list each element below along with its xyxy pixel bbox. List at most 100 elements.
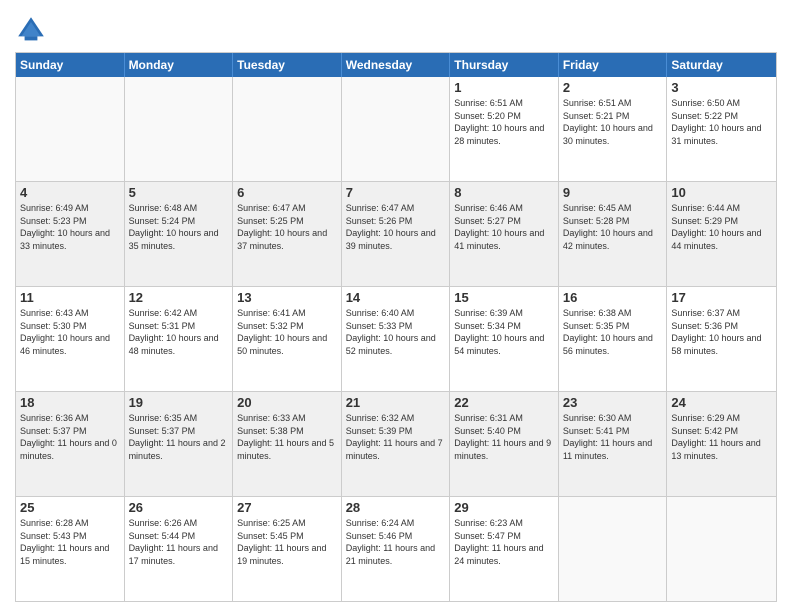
calendar-empty-cell (559, 497, 668, 601)
header-day-monday: Monday (125, 53, 234, 77)
header-day-saturday: Saturday (667, 53, 776, 77)
day-number: 2 (563, 80, 663, 95)
day-info: Sunrise: 6:41 AM Sunset: 5:32 PM Dayligh… (237, 307, 337, 357)
calendar-day-27: 27Sunrise: 6:25 AM Sunset: 5:45 PM Dayli… (233, 497, 342, 601)
day-number: 8 (454, 185, 554, 200)
calendar-week-1: 4Sunrise: 6:49 AM Sunset: 5:23 PM Daylig… (16, 181, 776, 286)
calendar-day-1: 1 Sunrise: 6:51 AM Sunset: 5:20 PM Daylig… (450, 77, 559, 181)
day-info: Sunrise: 6:51 AM Sunset: 5:20 PM Dayligh… (454, 97, 554, 147)
calendar-day-8: 8 Sunrise: 6:46 AM Sunset: 5:27 PM Daylig… (450, 182, 559, 286)
calendar-day-10: 10 Sunrise: 6:44 AM Sunset: 5:29 PM Dayli… (667, 182, 776, 286)
calendar-day-13: 13 Sunrise: 6:41 AM Sunset: 5:32 PM Dayli… (233, 287, 342, 391)
calendar-empty-cell (16, 77, 125, 181)
calendar-day-9: 9 Sunrise: 6:45 AM Sunset: 5:28 PM Daylig… (559, 182, 668, 286)
day-info: Sunrise: 6:48 AM Sunset: 5:24 PM Dayligh… (129, 202, 229, 252)
day-info: Sunrise: 6:47 AM Sunset: 5:25 PM Dayligh… (237, 202, 337, 252)
day-number: 10 (671, 185, 772, 200)
day-number: 20 (237, 395, 337, 410)
calendar-empty-cell (667, 497, 776, 601)
day-number: 28 (346, 500, 446, 515)
calendar-day-12: 12 Sunrise: 6:42 AM Sunset: 5:31 PM Dayli… (125, 287, 234, 391)
header (15, 10, 777, 46)
day-number: 7 (346, 185, 446, 200)
calendar-day-17: 17 Sunrise: 6:37 AM Sunset: 5:36 PM Dayli… (667, 287, 776, 391)
day-number: 12 (129, 290, 229, 305)
logo-icon (15, 14, 47, 46)
day-number: 3 (671, 80, 772, 95)
day-number: 16 (563, 290, 663, 305)
page: SundayMondayTuesdayWednesdayThursdayFrid… (0, 0, 792, 612)
calendar-day-21: 21Sunrise: 6:32 AM Sunset: 5:39 PM Dayli… (342, 392, 451, 496)
day-number: 15 (454, 290, 554, 305)
day-number: 26 (129, 500, 229, 515)
day-info: Sunrise: 6:40 AM Sunset: 5:33 PM Dayligh… (346, 307, 446, 357)
day-info: Sunrise: 6:25 AM Sunset: 5:45 PM Dayligh… (237, 517, 337, 567)
day-number: 6 (237, 185, 337, 200)
calendar-day-15: 15 Sunrise: 6:39 AM Sunset: 5:34 PM Dayli… (450, 287, 559, 391)
day-info: Sunrise: 6:26 AM Sunset: 5:44 PM Dayligh… (129, 517, 229, 567)
day-info: Sunrise: 6:29 AM Sunset: 5:42 PM Dayligh… (671, 412, 772, 462)
day-number: 22 (454, 395, 554, 410)
calendar-empty-cell (342, 77, 451, 181)
logo (15, 14, 51, 46)
calendar-day-23: 23 Sunrise: 6:30 AM Sunset: 5:41 PM Dayli… (559, 392, 668, 496)
calendar-day-29: 29Sunrise: 6:23 AM Sunset: 5:47 PM Dayli… (450, 497, 559, 601)
header-day-sunday: Sunday (16, 53, 125, 77)
day-info: Sunrise: 6:43 AM Sunset: 5:30 PM Dayligh… (20, 307, 120, 357)
calendar-day-6: 6 Sunrise: 6:47 AM Sunset: 5:25 PM Daylig… (233, 182, 342, 286)
day-info: Sunrise: 6:45 AM Sunset: 5:28 PM Dayligh… (563, 202, 663, 252)
calendar-day-16: 16Sunrise: 6:38 AM Sunset: 5:35 PM Dayli… (559, 287, 668, 391)
day-info: Sunrise: 6:49 AM Sunset: 5:23 PM Dayligh… (20, 202, 120, 252)
day-info: Sunrise: 6:23 AM Sunset: 5:47 PM Dayligh… (454, 517, 554, 567)
day-number: 24 (671, 395, 772, 410)
calendar-day-7: 7Sunrise: 6:47 AM Sunset: 5:26 PM Daylig… (342, 182, 451, 286)
header-day-wednesday: Wednesday (342, 53, 451, 77)
calendar-header: SundayMondayTuesdayWednesdayThursdayFrid… (16, 53, 776, 77)
day-number: 19 (129, 395, 229, 410)
day-number: 1 (454, 80, 554, 95)
calendar-body: 1 Sunrise: 6:51 AM Sunset: 5:20 PM Daylig… (16, 77, 776, 601)
calendar-week-2: 11 Sunrise: 6:43 AM Sunset: 5:30 PM Dayli… (16, 286, 776, 391)
day-info: Sunrise: 6:42 AM Sunset: 5:31 PM Dayligh… (129, 307, 229, 357)
day-info: Sunrise: 6:39 AM Sunset: 5:34 PM Dayligh… (454, 307, 554, 357)
calendar-day-28: 28 Sunrise: 6:24 AM Sunset: 5:46 PM Dayli… (342, 497, 451, 601)
calendar-empty-cell (233, 77, 342, 181)
day-number: 18 (20, 395, 120, 410)
header-day-tuesday: Tuesday (233, 53, 342, 77)
day-info: Sunrise: 6:50 AM Sunset: 5:22 PM Dayligh… (671, 97, 772, 147)
calendar-day-18: 18 Sunrise: 6:36 AM Sunset: 5:37 PM Dayli… (16, 392, 125, 496)
calendar-day-2: 2 Sunrise: 6:51 AM Sunset: 5:21 PM Daylig… (559, 77, 668, 181)
day-info: Sunrise: 6:37 AM Sunset: 5:36 PM Dayligh… (671, 307, 772, 357)
calendar-day-19: 19 Sunrise: 6:35 AM Sunset: 5:37 PM Dayli… (125, 392, 234, 496)
header-day-thursday: Thursday (450, 53, 559, 77)
day-info: Sunrise: 6:28 AM Sunset: 5:43 PM Dayligh… (20, 517, 120, 567)
day-info: Sunrise: 6:32 AM Sunset: 5:39 PM Dayligh… (346, 412, 446, 462)
calendar-day-20: 20Sunrise: 6:33 AM Sunset: 5:38 PM Dayli… (233, 392, 342, 496)
day-number: 17 (671, 290, 772, 305)
day-number: 9 (563, 185, 663, 200)
day-number: 5 (129, 185, 229, 200)
calendar-day-5: 5 Sunrise: 6:48 AM Sunset: 5:24 PM Daylig… (125, 182, 234, 286)
calendar-week-3: 18 Sunrise: 6:36 AM Sunset: 5:37 PM Dayli… (16, 391, 776, 496)
day-info: Sunrise: 6:46 AM Sunset: 5:27 PM Dayligh… (454, 202, 554, 252)
day-number: 11 (20, 290, 120, 305)
calendar-day-11: 11 Sunrise: 6:43 AM Sunset: 5:30 PM Dayli… (16, 287, 125, 391)
day-number: 13 (237, 290, 337, 305)
calendar-day-3: 3 Sunrise: 6:50 AM Sunset: 5:22 PM Daylig… (667, 77, 776, 181)
calendar-day-24: 24 Sunrise: 6:29 AM Sunset: 5:42 PM Dayli… (667, 392, 776, 496)
header-day-friday: Friday (559, 53, 668, 77)
day-info: Sunrise: 6:44 AM Sunset: 5:29 PM Dayligh… (671, 202, 772, 252)
day-info: Sunrise: 6:35 AM Sunset: 5:37 PM Dayligh… (129, 412, 229, 462)
calendar-empty-cell (125, 77, 234, 181)
calendar-day-14: 14Sunrise: 6:40 AM Sunset: 5:33 PM Dayli… (342, 287, 451, 391)
day-number: 25 (20, 500, 120, 515)
day-info: Sunrise: 6:30 AM Sunset: 5:41 PM Dayligh… (563, 412, 663, 462)
day-info: Sunrise: 6:51 AM Sunset: 5:21 PM Dayligh… (563, 97, 663, 147)
calendar-week-0: 1 Sunrise: 6:51 AM Sunset: 5:20 PM Daylig… (16, 77, 776, 181)
day-number: 23 (563, 395, 663, 410)
calendar: SundayMondayTuesdayWednesdayThursdayFrid… (15, 52, 777, 602)
calendar-day-22: 22Sunrise: 6:31 AM Sunset: 5:40 PM Dayli… (450, 392, 559, 496)
calendar-week-4: 25 Sunrise: 6:28 AM Sunset: 5:43 PM Dayli… (16, 496, 776, 601)
day-info: Sunrise: 6:36 AM Sunset: 5:37 PM Dayligh… (20, 412, 120, 462)
day-info: Sunrise: 6:24 AM Sunset: 5:46 PM Dayligh… (346, 517, 446, 567)
